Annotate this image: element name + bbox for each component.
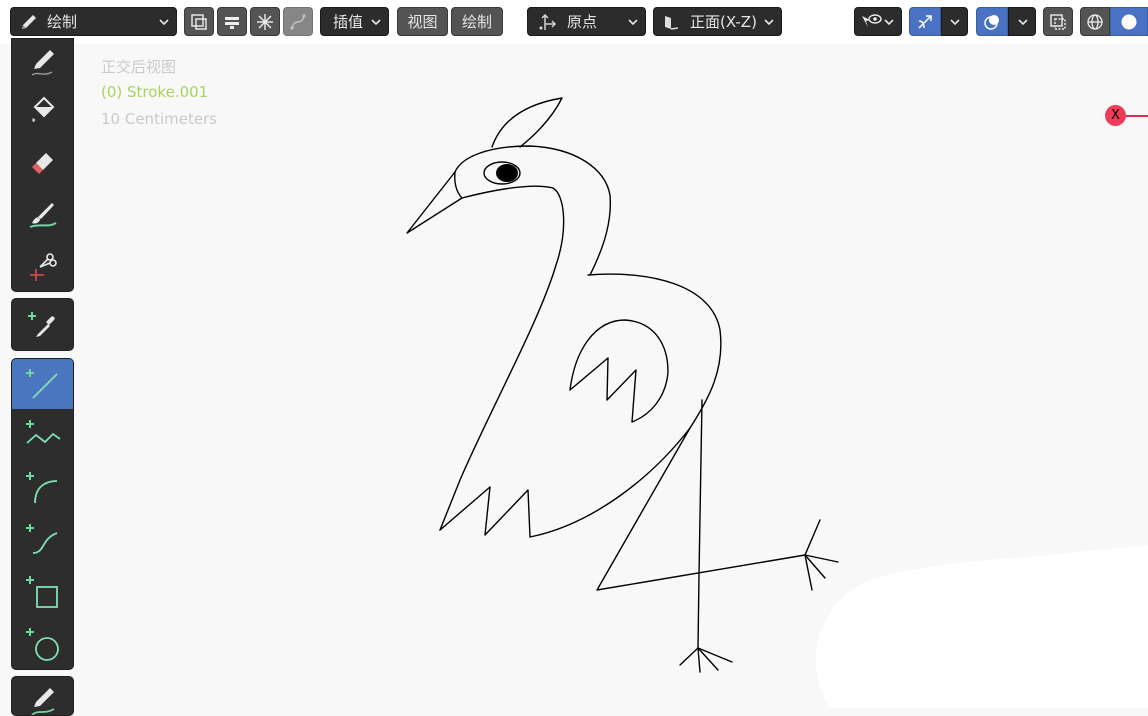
tool-polyline[interactable] (12, 409, 73, 461)
gizmo-dropdown[interactable] (941, 7, 968, 36)
bird-eye-outline (483, 161, 521, 185)
xray-icon (1049, 13, 1067, 31)
arc-tool-icon (23, 467, 63, 507)
mode-label: 绘制 (47, 13, 78, 31)
layers-lock-icon (223, 13, 241, 31)
object-name-label: (0) Stroke.001 (101, 83, 209, 101)
tool-box[interactable] (12, 565, 73, 617)
curve-edit-icon (289, 13, 307, 31)
interpolate-menu[interactable]: 插值 (320, 7, 389, 36)
tint-brush-icon (26, 197, 60, 231)
visibility-dropdown[interactable] (854, 7, 902, 36)
multiframe-button[interactable] (184, 7, 214, 36)
toolbar-primitive-group (11, 358, 74, 670)
gizmo-toggle[interactable] (909, 7, 941, 36)
tool-erase[interactable] (12, 136, 73, 188)
x-axis-line (1126, 115, 1148, 117)
snowflake-button[interactable] (250, 7, 280, 36)
tool-annotate[interactable] (12, 677, 73, 715)
drawing-canvas[interactable] (0, 0, 1148, 708)
chevron-down-icon (370, 16, 382, 28)
eyedropper-icon (26, 308, 60, 342)
view-name-label: 正交后视图 (101, 58, 177, 76)
line-tool-icon (23, 364, 63, 404)
circle-tool-icon (23, 623, 63, 663)
interpolate-label: 插值 (333, 13, 364, 31)
origin-label: 原点 (567, 13, 598, 31)
toolbar-annotate-group (11, 676, 74, 716)
fill-bucket-icon (26, 93, 60, 127)
tool-cutter[interactable] (12, 240, 73, 291)
bird-drawing (406, 97, 839, 673)
overlay-toggle[interactable] (976, 7, 1008, 36)
box-tool-icon (23, 571, 63, 611)
curve-editing-button[interactable] (283, 7, 313, 36)
chevron-down-icon (763, 16, 775, 28)
wireframe-shading-button[interactable] (1080, 7, 1110, 36)
eye-cursor-icon (860, 12, 882, 32)
draw-pencil-icon (26, 45, 60, 79)
plane-label: 正面(X-Z) (690, 13, 757, 31)
view-menu-label: 视图 (407, 13, 438, 31)
mode-dropdown[interactable]: 绘制 (10, 7, 177, 36)
polyline-tool-icon (23, 415, 63, 455)
autolock-button[interactable] (217, 7, 247, 36)
wireframe-sphere-icon (1086, 13, 1104, 31)
navigation-gizmo-x-axis[interactable]: X (1105, 105, 1126, 126)
origin-dropdown[interactable]: 原点 (527, 7, 646, 36)
curve-tool-icon (23, 519, 63, 559)
tool-tint[interactable] (12, 188, 73, 240)
solid-shading-button[interactable] (1110, 7, 1148, 36)
origin-axes-icon (537, 12, 557, 32)
eraser-icon (26, 145, 60, 179)
chevron-down-icon (1017, 16, 1029, 28)
x-axis-label: X (1111, 108, 1120, 123)
tool-line[interactable] (12, 359, 73, 409)
chevron-down-icon (883, 16, 895, 28)
chevron-down-icon (158, 16, 170, 28)
chevron-down-icon (627, 16, 639, 28)
pencil-icon (19, 12, 39, 32)
white-blob-stroke (815, 545, 1148, 708)
draw-menu[interactable]: 绘制 (451, 7, 503, 36)
header-bar: 绘制 插值 视图 绘制 原点 正面(X-Z) (0, 0, 1148, 44)
draw-menu-label: 绘制 (461, 13, 492, 31)
drawing-plane-dropdown[interactable]: 正面(X-Z) (653, 7, 782, 36)
snowflake-icon (256, 13, 274, 31)
overlay-dropdown[interactable] (1008, 7, 1036, 36)
multiframe-icon (190, 13, 208, 31)
tool-fill[interactable] (12, 84, 73, 136)
grid-scale-label: 10 Centimeters (101, 110, 218, 128)
overlay-icon (982, 12, 1002, 32)
annotate-pencil-icon (26, 683, 60, 715)
bird-eye-pupil (496, 164, 518, 182)
solid-sphere-icon (1120, 13, 1138, 31)
chevron-down-icon (949, 16, 961, 28)
tool-eyedropper[interactable] (12, 299, 73, 350)
xray-toggle[interactable] (1043, 7, 1073, 36)
gizmo-icon (915, 12, 935, 32)
cutter-scissors-icon (26, 249, 60, 283)
tool-draw[interactable] (12, 39, 73, 84)
tool-curve[interactable] (12, 513, 73, 565)
toolbar-brush-group (11, 38, 74, 292)
tool-arc[interactable] (12, 461, 73, 513)
plane-icon (662, 13, 680, 31)
toolbar-eyedropper-group (11, 298, 74, 351)
view-menu[interactable]: 视图 (397, 7, 448, 36)
tool-circle[interactable] (12, 617, 73, 669)
